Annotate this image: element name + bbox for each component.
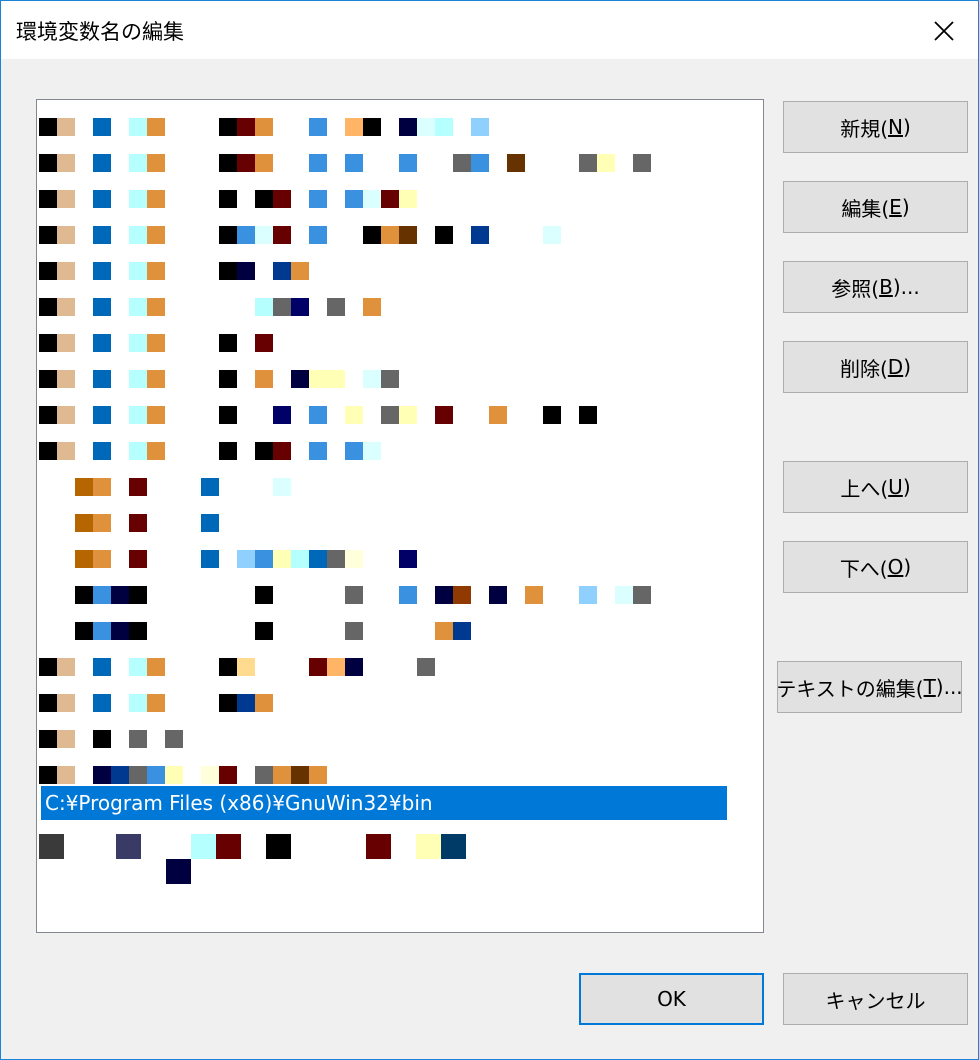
list-item-redacted[interactable] (39, 622, 727, 642)
list-item-redacted[interactable] (39, 658, 727, 678)
browse-button[interactable]: 参照(B)... (783, 261, 968, 313)
list-item-redacted[interactable] (39, 834, 727, 859)
list-item-redacted[interactable] (39, 550, 727, 570)
edit-environment-variable-dialog: 環境変数名の編集 C:¥Program Files (x86)¥GnuWin32… (0, 0, 979, 1060)
list-item-redacted[interactable] (39, 226, 727, 246)
path-list[interactable]: C:¥Program Files (x86)¥GnuWin32¥bin (36, 99, 764, 933)
list-item-redacted[interactable] (39, 859, 727, 884)
list-item-redacted[interactable] (39, 730, 727, 750)
list-item-redacted[interactable] (39, 370, 727, 390)
edit-button[interactable]: 編集(E) (783, 181, 968, 233)
ok-button[interactable]: OK (579, 973, 764, 1025)
list-item-redacted[interactable] (39, 442, 727, 462)
list-item-redacted[interactable] (39, 694, 727, 714)
list-item-redacted[interactable] (39, 478, 727, 498)
move-down-button[interactable]: 下へ(O) (783, 541, 968, 593)
delete-button[interactable]: 削除(D) (783, 341, 968, 393)
list-item-redacted[interactable] (39, 586, 727, 606)
dialog-title: 環境変数名の編集 (16, 20, 184, 44)
cancel-button[interactable]: キャンセル (783, 973, 968, 1025)
list-item-redacted[interactable] (39, 298, 727, 318)
list-item-redacted[interactable] (39, 766, 727, 786)
list-item-redacted[interactable] (39, 262, 727, 282)
edit-text-button[interactable]: テキストの編集(T)... (776, 661, 963, 713)
close-icon (934, 21, 954, 41)
move-up-button[interactable]: 上へ(U) (783, 461, 968, 513)
list-item-redacted[interactable] (39, 334, 727, 354)
list-item-redacted[interactable] (39, 154, 727, 174)
new-button[interactable]: 新規(N) (783, 101, 968, 153)
list-item-redacted[interactable] (39, 190, 727, 210)
list-item-redacted[interactable] (39, 118, 727, 138)
title-bar: 環境変数名の編集 (1, 1, 978, 59)
selected-path-text: C:¥Program Files (x86)¥GnuWin32¥bin (45, 791, 433, 815)
close-button[interactable] (921, 11, 967, 51)
list-item-redacted[interactable] (39, 406, 727, 426)
list-item-redacted[interactable] (39, 514, 727, 534)
list-item-selected[interactable]: C:¥Program Files (x86)¥GnuWin32¥bin (41, 786, 727, 820)
